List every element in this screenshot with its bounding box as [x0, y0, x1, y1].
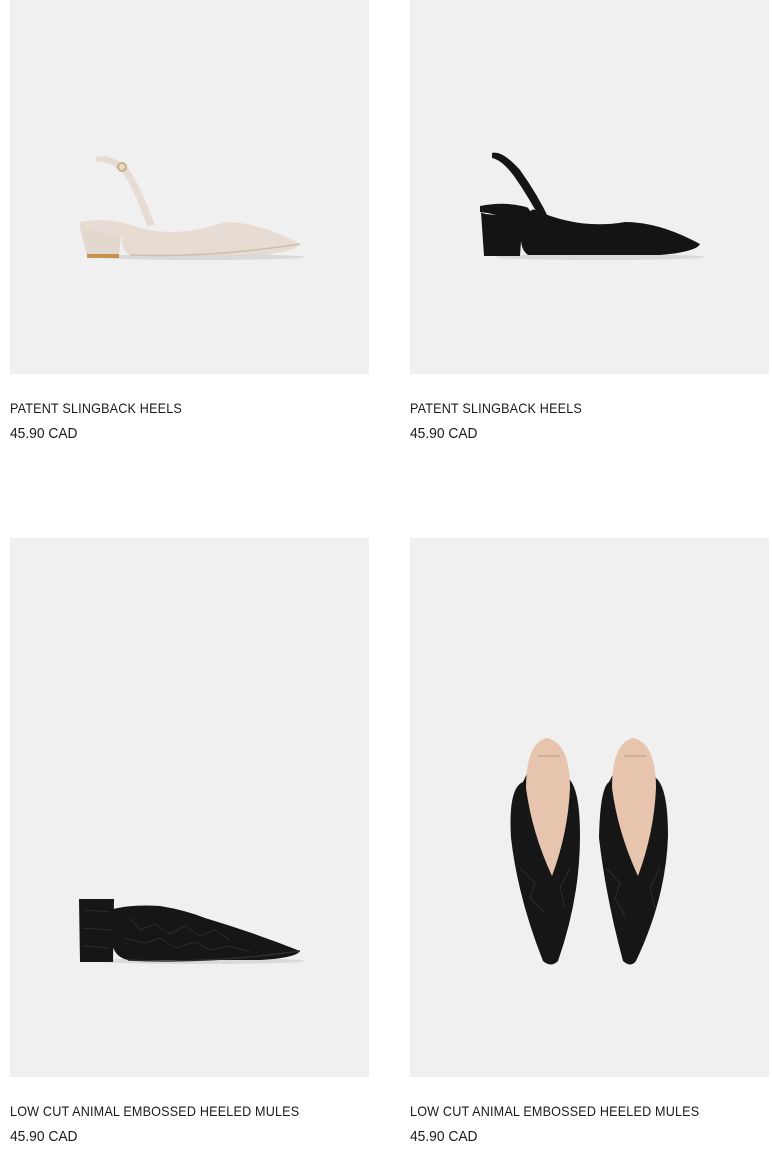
product-name[interactable]: PATENT SLINGBACK HEELS — [10, 400, 182, 416]
product-image[interactable] — [410, 538, 769, 1077]
product-name[interactable]: LOW CUT ANIMAL EMBOSSED HEELED MULES — [410, 1103, 699, 1119]
product-price: 45.90 CAD — [10, 425, 78, 442]
product-price: 45.90 CAD — [10, 1128, 78, 1145]
black-mule-side-image — [79, 899, 305, 964]
product-price: 45.90 CAD — [410, 1128, 478, 1145]
nude-slingback-heel-image — [79, 156, 305, 260]
product-card[interactable]: PATENT SLINGBACK HEELS 45.90 CAD — [10, 0, 369, 442]
product-image[interactable] — [10, 0, 369, 374]
product-image[interactable] — [410, 0, 769, 374]
product-card[interactable]: PATENT SLINGBACK HEELS 45.90 CAD — [410, 0, 769, 442]
product-name[interactable]: LOW CUT ANIMAL EMBOSSED HEELED MULES — [10, 1103, 299, 1119]
black-mules-top-image — [510, 738, 668, 965]
product-price: 45.90 CAD — [410, 425, 478, 442]
product-image[interactable] — [10, 538, 369, 1077]
product-card[interactable]: LOW CUT ANIMAL EMBOSSED HEELED MULES 45.… — [410, 538, 769, 1145]
product-card[interactable]: LOW CUT ANIMAL EMBOSSED HEELED MULES 45.… — [10, 538, 369, 1145]
black-slingback-heel-image — [480, 152, 705, 260]
product-name[interactable]: PATENT SLINGBACK HEELS — [410, 400, 582, 416]
